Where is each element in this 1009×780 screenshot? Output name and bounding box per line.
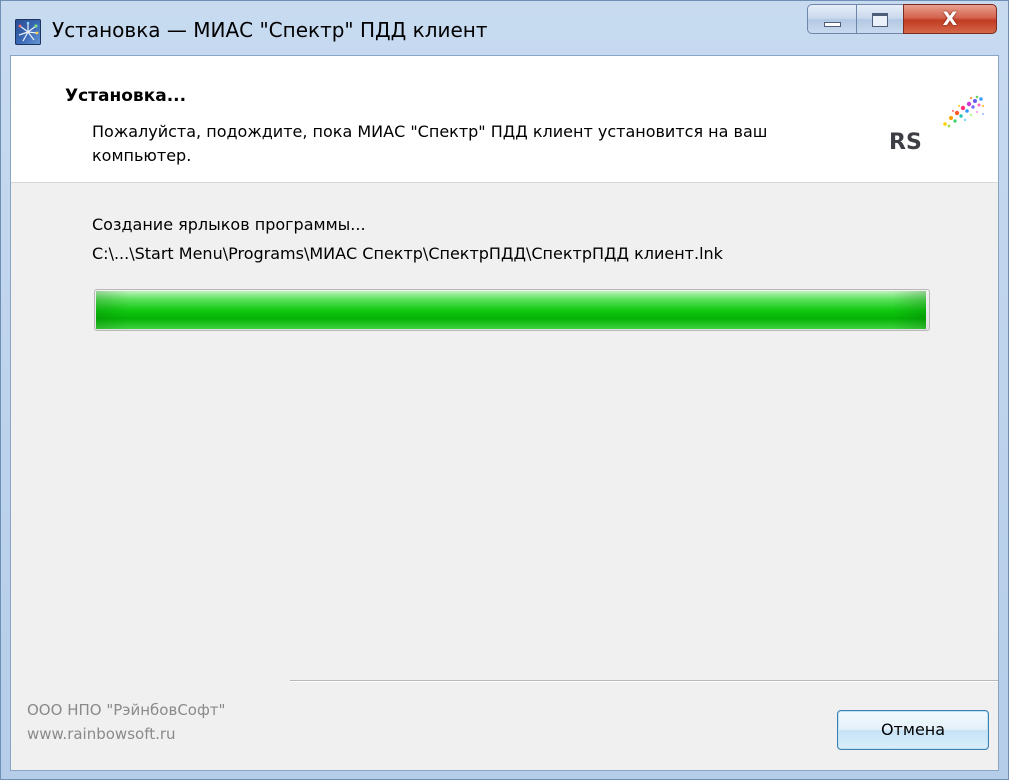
- maximize-button[interactable]: [856, 4, 904, 34]
- installer-client-area: Установка... Пожалуйста, подождите, пока…: [10, 55, 999, 771]
- footer-divider: [290, 680, 998, 682]
- install-status-text: Создание ярлыков программы...: [92, 215, 366, 234]
- maximize-icon: [872, 13, 888, 27]
- company-name: ООО НПО "РэйнбовСофт": [27, 701, 226, 719]
- company-info: ООО НПО "РэйнбовСофт" www.rainbowsoft.ru: [27, 698, 225, 746]
- close-button[interactable]: X: [903, 4, 997, 34]
- install-current-path: C:\...\Start Menu\Programs\МИАС Спектр\С…: [92, 244, 723, 263]
- page-subtitle: Пожалуйста, подождите, пока МИАС "Спектр…: [92, 122, 768, 165]
- install-progress-fill: [96, 291, 926, 329]
- window-title: Установка — МИАС "Спектр" ПДД клиент: [52, 18, 488, 42]
- company-url: www.rainbowsoft.ru: [27, 725, 176, 743]
- install-progress-bar: [94, 289, 930, 331]
- caption-buttons: X: [807, 4, 997, 36]
- installer-window: Установка — МИАС "Спектр" ПДД клиент X У…: [0, 0, 1009, 780]
- title-bar[interactable]: Установка — МИАС "Спектр" ПДД клиент X: [1, 1, 1008, 55]
- logo-text: RS: [889, 130, 922, 155]
- rainbowsoft-logo: RS: [887, 94, 987, 155]
- close-icon: X: [942, 8, 958, 30]
- cancel-button[interactable]: Отмена: [837, 710, 989, 750]
- page-title: Установка...: [65, 86, 187, 106]
- minimize-button[interactable]: [807, 4, 857, 34]
- minimize-icon: [824, 22, 841, 27]
- installer-app-icon[interactable]: [15, 19, 41, 45]
- wizard-header: Установка... Пожалуйста, подождите, пока…: [11, 56, 998, 183]
